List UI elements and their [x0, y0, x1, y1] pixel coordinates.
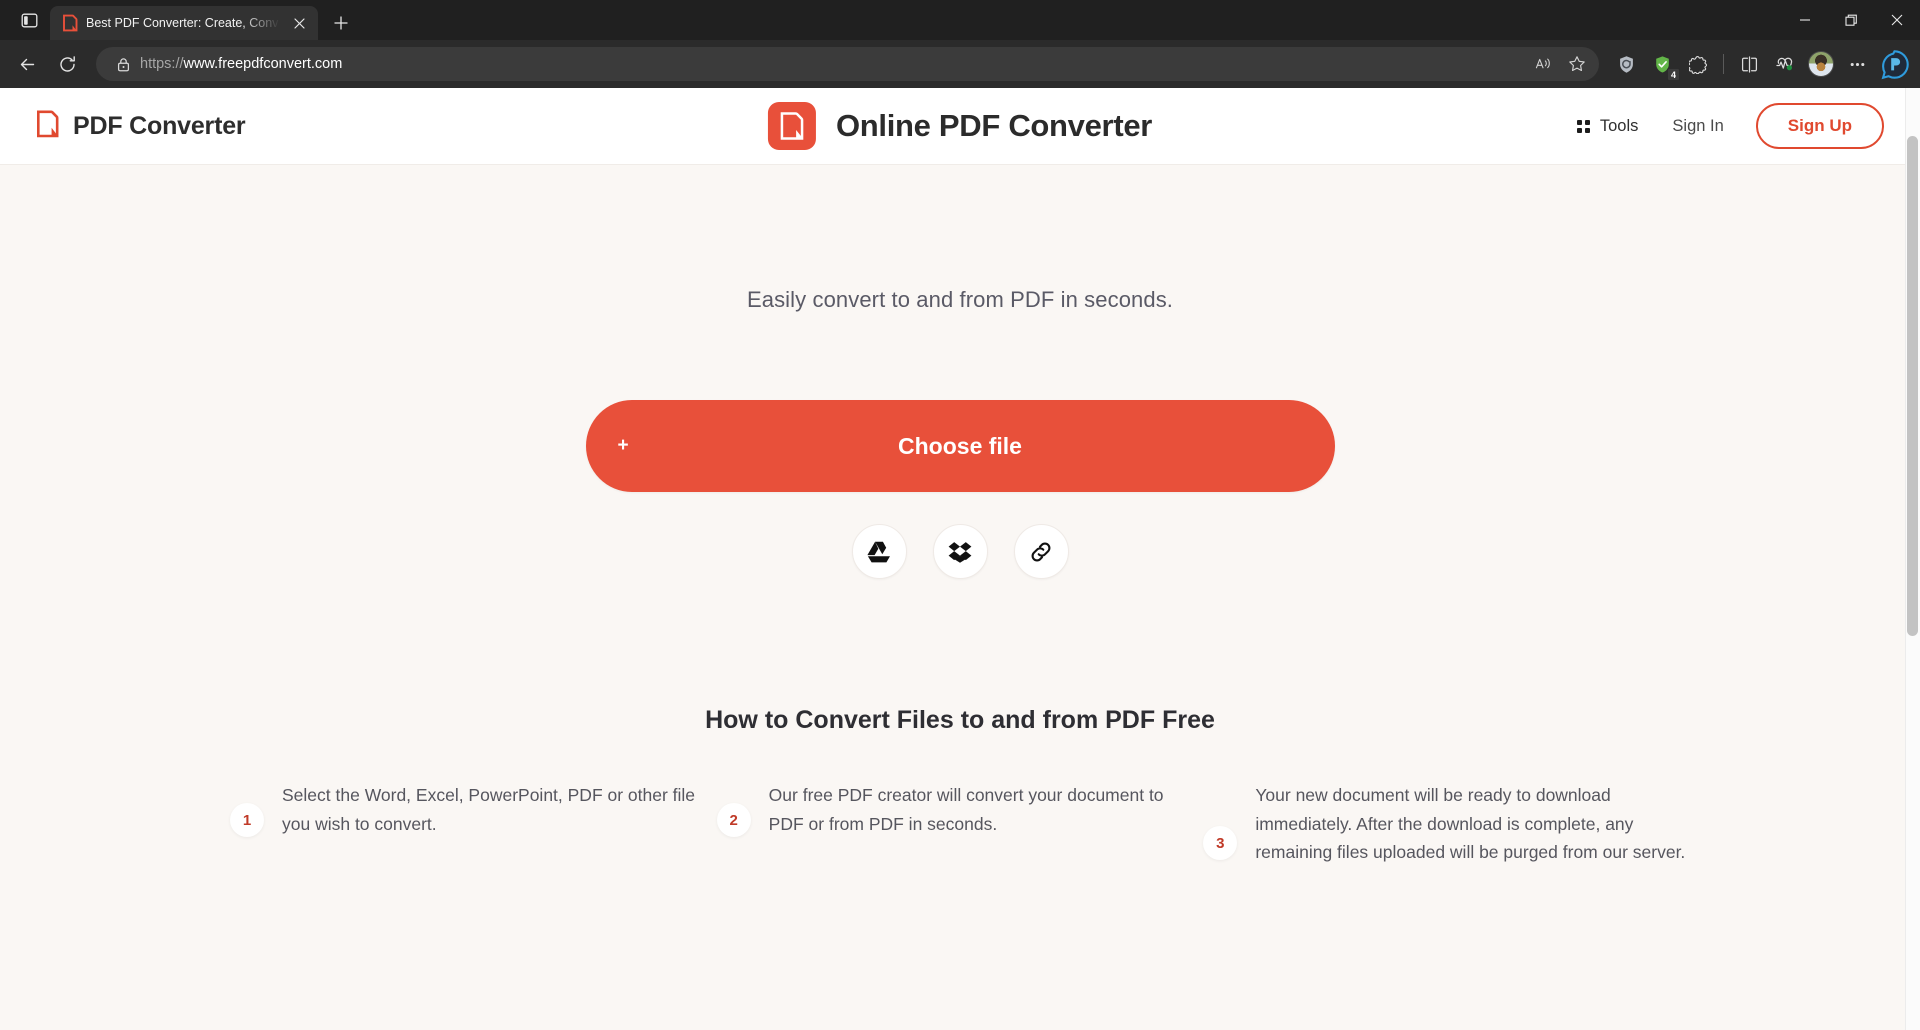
- online-pdf-converter-icon: [767, 102, 816, 150]
- lock-icon: [110, 51, 136, 77]
- choose-file-label: Choose file: [898, 432, 1022, 459]
- step-text: Select the Word, Excel, PowerPoint, PDF …: [282, 785, 696, 834]
- grid-dots-icon: [1576, 119, 1590, 133]
- adguard-icon[interactable]: 4: [1645, 47, 1680, 81]
- close-window-button[interactable]: [1874, 0, 1920, 40]
- extensions-puzzle-icon[interactable]: [1681, 47, 1715, 81]
- howto-step: 2 Our free PDF creator will convert your…: [716, 781, 1204, 867]
- pdf-converter-favicon: [62, 14, 78, 32]
- url-scheme: https://: [140, 56, 184, 72]
- howto-step: 3 Your new document will be ready to dow…: [1203, 781, 1690, 867]
- center-title: Online PDF Converter: [835, 108, 1153, 143]
- header-nav: Tools Sign In Sign Up: [1563, 103, 1884, 149]
- tools-label: Tools: [1599, 116, 1639, 135]
- sign-in-link[interactable]: Sign In: [1652, 109, 1743, 144]
- split-screen-icon[interactable]: [1732, 47, 1766, 81]
- step-number: 1: [230, 803, 264, 837]
- address-bar-actions: [1527, 49, 1593, 79]
- site-logo[interactable]: PDF Converter: [36, 110, 246, 143]
- tools-menu-button[interactable]: Tools: [1563, 109, 1653, 144]
- step-number: 2: [716, 803, 751, 837]
- step-number: 3: [1203, 826, 1238, 860]
- choose-file-button[interactable]: + Choose file: [585, 400, 1335, 492]
- sign-up-button[interactable]: Sign Up: [1755, 103, 1884, 149]
- toolbar-divider: [1723, 54, 1724, 74]
- site-header: PDF Converter Online PDF Converter Tools…: [0, 88, 1920, 165]
- url-host: www.freepdfconvert.com: [183, 56, 343, 72]
- dropbox-icon[interactable]: [932, 524, 988, 579]
- settings-more-icon[interactable]: [1840, 47, 1874, 81]
- page-content: Easily convert to and from PDF in second…: [0, 165, 1920, 1030]
- browser-window: Best PDF Converter: Create, Conv https:/…: [0, 0, 1920, 1030]
- import-service-buttons: [0, 524, 1920, 579]
- howto-steps: 1 Select the Word, Excel, PowerPoint, PD…: [0, 781, 1920, 867]
- google-drive-icon[interactable]: [851, 524, 907, 579]
- scrollbar-thumb[interactable]: [1907, 136, 1918, 636]
- browser-tab[interactable]: Best PDF Converter: Create, Conv: [50, 6, 318, 40]
- reload-icon[interactable]: [48, 47, 86, 81]
- minimize-button[interactable]: [1782, 0, 1828, 40]
- choose-file-area: + Choose file: [0, 400, 1920, 492]
- profile-avatar[interactable]: [1804, 47, 1838, 81]
- hero-tagline: Easily convert to and from PDF in second…: [746, 287, 1174, 312]
- address-bar[interactable]: https://www.freepdfconvert.com: [96, 47, 1599, 81]
- page-viewport: PDF Converter Online PDF Converter Tools…: [0, 88, 1920, 1030]
- howto-heading: How to Convert Files to and from PDF Fre…: [705, 706, 1215, 734]
- tab-close-icon[interactable]: [288, 12, 310, 34]
- back-arrow-icon[interactable]: [8, 47, 46, 81]
- tab-strip: Best PDF Converter: Create, Conv: [0, 0, 1920, 40]
- tab-actions-icon[interactable]: [8, 0, 50, 40]
- page-scrollbar[interactable]: [1905, 88, 1920, 1030]
- window-controls: [1782, 0, 1920, 40]
- copilot-icon[interactable]: [1876, 46, 1912, 82]
- shield-icon[interactable]: [1609, 47, 1643, 81]
- url-link-icon[interactable]: [1013, 524, 1069, 579]
- step-text: Our free PDF creator will convert your d…: [768, 785, 1164, 834]
- address-bar-url: https://www.freepdfconvert.com: [140, 56, 342, 72]
- tab-title: Best PDF Converter: Create, Conv: [86, 16, 279, 30]
- brand-name: PDF Converter: [73, 111, 246, 140]
- read-aloud-icon[interactable]: [1527, 49, 1559, 79]
- plus-icon: +: [617, 435, 629, 456]
- browser-essentials-icon[interactable]: [1768, 47, 1802, 81]
- howto-step: 1 Select the Word, Excel, PowerPoint, PD…: [230, 781, 717, 867]
- step-text: Your new document will be ready to downl…: [1255, 785, 1686, 863]
- avatar: [1808, 51, 1834, 77]
- page-title-block: Online PDF Converter: [767, 102, 1153, 150]
- maximize-restore-button[interactable]: [1828, 0, 1874, 40]
- navigation-toolbar: https://www.freepdfconvert.com 4: [0, 40, 1920, 88]
- star-icon[interactable]: [1561, 49, 1593, 79]
- adguard-badge-count: 4: [1667, 68, 1680, 81]
- pdf-converter-logo-icon: [36, 110, 60, 143]
- new-tab-button[interactable]: [324, 6, 358, 40]
